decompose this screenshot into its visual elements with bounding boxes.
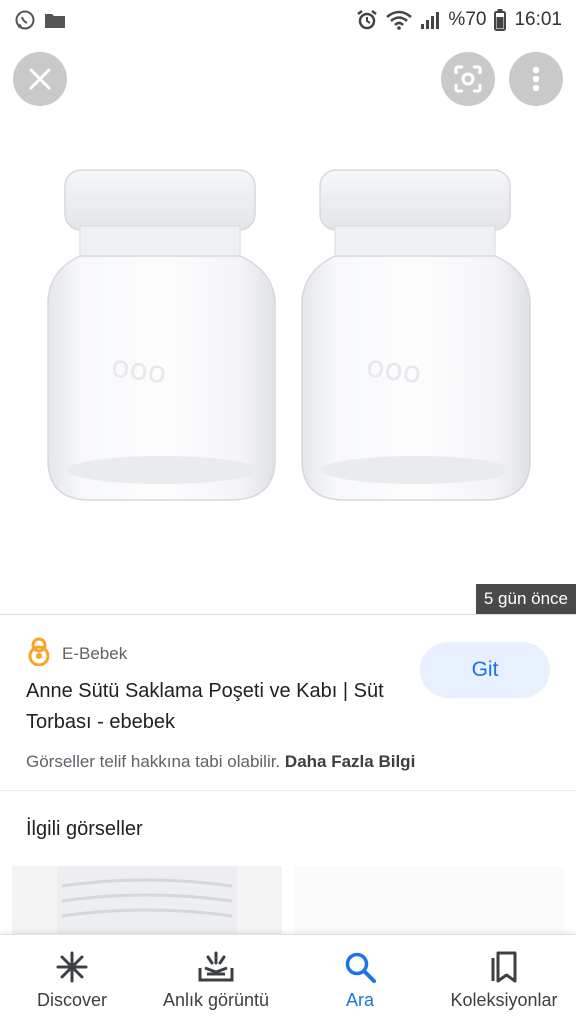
nav-collections[interactable]: Koleksiyonlar xyxy=(432,935,576,1025)
battery-icon xyxy=(494,9,507,31)
nav-label: Anlık görüntü xyxy=(162,989,270,1010)
copyright-text: Görseller telif hakkına tabi olabilir. xyxy=(26,752,281,771)
whatsapp-icon xyxy=(14,9,36,31)
visit-button[interactable]: Git xyxy=(420,642,550,698)
nav-label: Ara xyxy=(345,989,374,1010)
wifi-icon xyxy=(386,10,413,30)
product-image: ooo ooo xyxy=(47,169,531,501)
result-title[interactable]: Anne Sütü Saklama Poşeti ve Kabı | Süt T… xyxy=(26,676,416,738)
search-icon xyxy=(345,952,376,983)
more-info-link[interactable]: Daha Fazla Bilgi xyxy=(285,752,415,771)
nav-label: Discover xyxy=(36,989,107,1010)
related-images-heading: İlgili görseller xyxy=(26,818,143,840)
related-image-thumbnail[interactable] xyxy=(12,866,282,936)
divider xyxy=(0,790,576,791)
source-favicon-icon xyxy=(26,636,52,671)
status-bar: %70 16:01 xyxy=(0,0,576,40)
clock: 16:01 xyxy=(514,9,562,30)
nav-search[interactable]: Ara xyxy=(288,935,432,1025)
image-viewer[interactable]: ooo ooo 5 gün önce xyxy=(0,40,576,614)
more-options-button[interactable] xyxy=(509,52,563,106)
nav-label: Koleksiyonlar xyxy=(450,989,558,1010)
source-row[interactable]: E-Bebek xyxy=(26,636,127,671)
alarm-icon xyxy=(356,9,378,31)
lens-button[interactable] xyxy=(441,52,495,106)
snapshot-icon xyxy=(198,951,234,981)
close-button[interactable] xyxy=(13,52,67,106)
bottom-nav: Discover Anlık görüntü Ara Koleksiyonlar xyxy=(0,934,576,1025)
more-vert-icon xyxy=(532,66,540,92)
status-right: %70 16:01 xyxy=(356,9,562,31)
related-image-thumbnail[interactable] xyxy=(294,866,564,936)
date-badge: 5 gün önce xyxy=(475,584,576,614)
folder-icon xyxy=(44,11,66,29)
collections-icon xyxy=(491,951,517,982)
copyright-notice: Görseller telif hakkına tabi olabilir. D… xyxy=(26,752,415,772)
status-left xyxy=(14,9,66,31)
nav-snapshot[interactable]: Anlık görüntü xyxy=(144,935,288,1025)
close-icon xyxy=(29,68,51,90)
source-name: E-Bebek xyxy=(62,643,128,663)
signal-icon xyxy=(420,11,440,29)
asterisk-icon xyxy=(56,951,88,982)
battery-percent: %70 xyxy=(448,9,487,30)
lens-icon xyxy=(454,65,482,93)
nav-discover[interactable]: Discover xyxy=(0,935,144,1025)
divider xyxy=(0,614,576,615)
